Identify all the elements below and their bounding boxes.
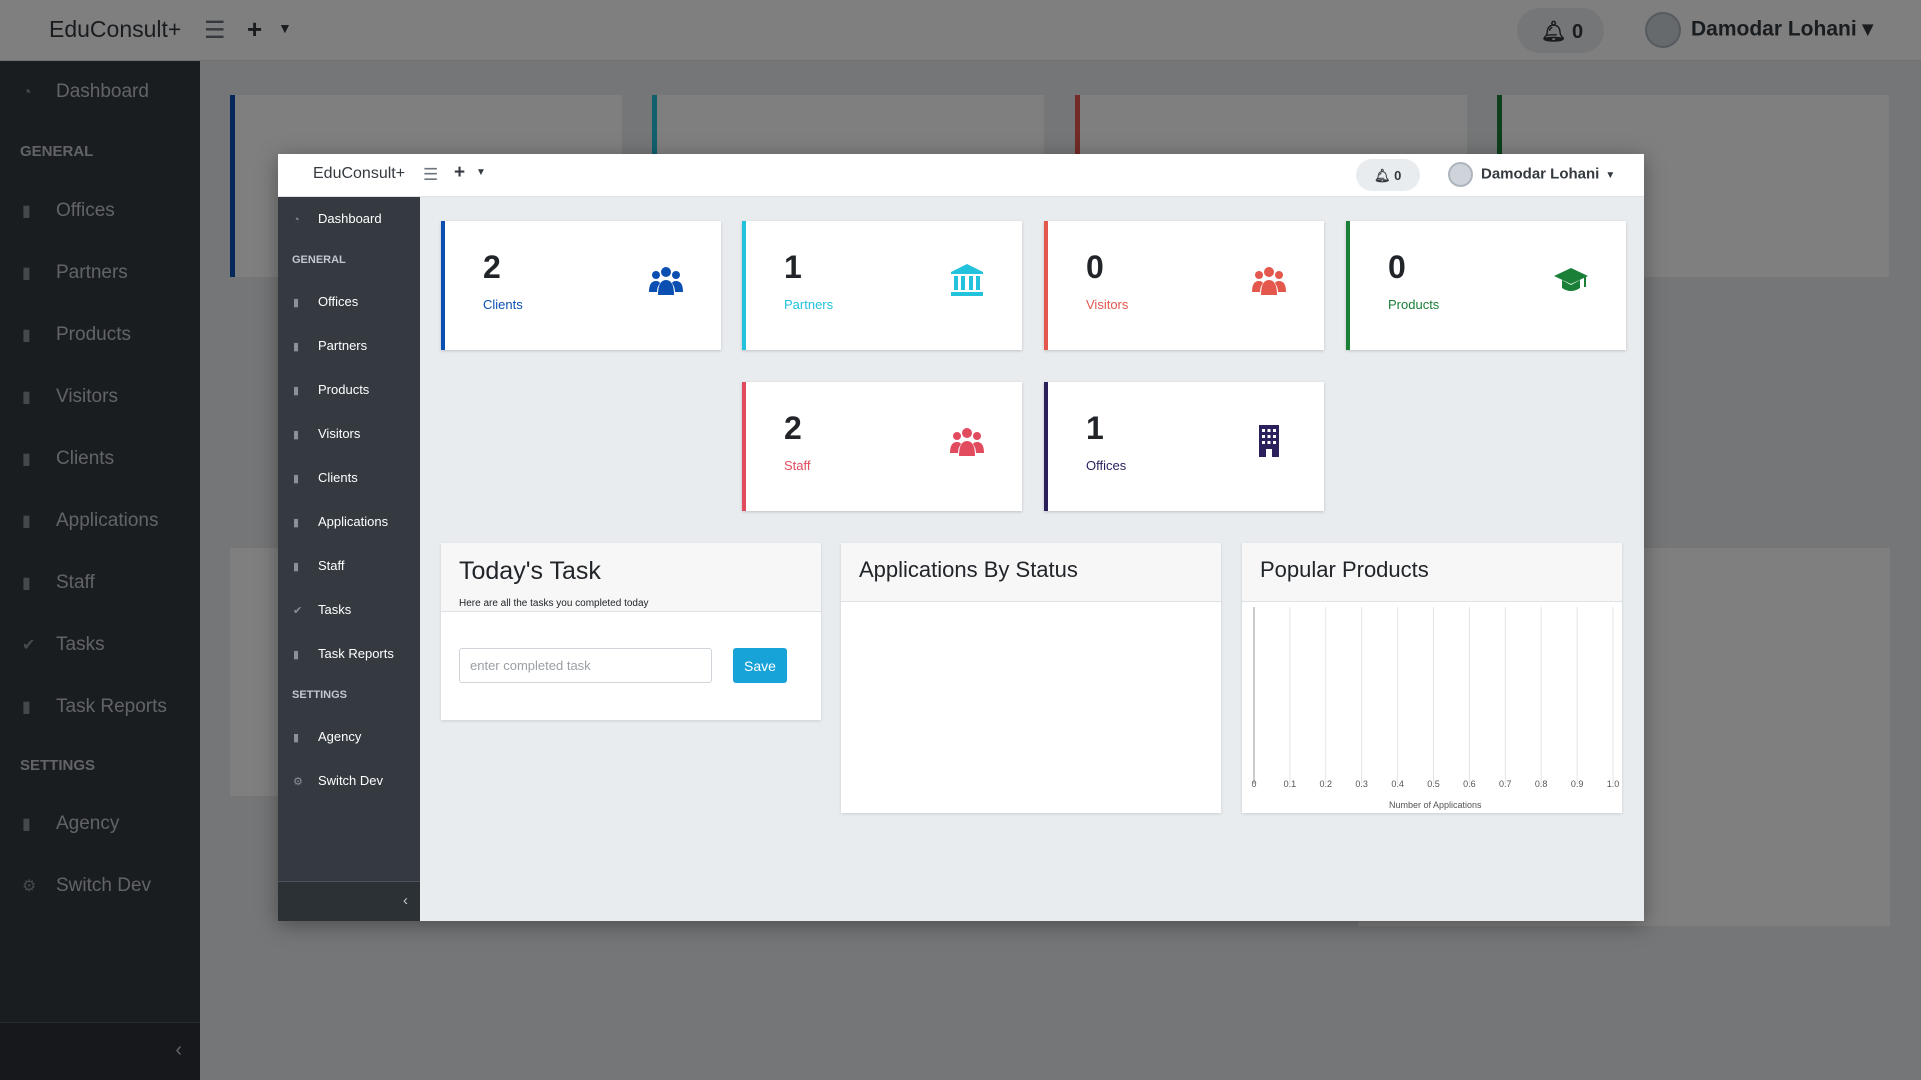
user-menu[interactable]: Damodar Lohani ▼ <box>1448 162 1615 187</box>
sidebar: ◔ Dashboard GENERAL ▮ Offices ▮ Partners ▮ P… <box>278 197 420 921</box>
building-icon: ▮ <box>293 732 300 744</box>
sidebar-item-agency[interactable]: ▮ Agency <box>293 729 361 744</box>
x-tick-label: 0.5 <box>1427 779 1440 789</box>
popular-products-panel: Popular Products 0 0.1 0.2 0.3 0.4 0.5 0.6 0.7 0… <box>1242 543 1622 813</box>
panel-subtitle: Here are all the tasks you completed tod… <box>459 598 649 609</box>
users-icon <box>950 428 984 456</box>
todays-task-panel: Today's Task Here are all the tasks you … <box>441 543 821 720</box>
graduation-cap-icon <box>1554 268 1588 291</box>
users-icon: ▮ <box>293 473 300 485</box>
bank-icon: ▮ <box>293 341 300 353</box>
panel-title: Applications By Status <box>859 557 1078 582</box>
notifications-button[interactable]: 🔔︎ 0 <box>1356 159 1420 191</box>
x-tick-label: 0.2 <box>1319 779 1333 789</box>
stat-label: Clients <box>483 297 523 312</box>
stat-value: 0 <box>1086 249 1104 285</box>
sidebar-heading-settings: SETTINGS <box>292 689 348 701</box>
brand-logo[interactable]: EduConsult+ <box>313 165 405 183</box>
x-tick-label: 0.7 <box>1499 779 1512 789</box>
chevron-down-icon[interactable]: ▼ <box>476 167 486 178</box>
top-navbar: EduConsult+ ☰ + ▼ 🔔︎ 0 Damodar Lohani ▼ <box>278 154 1644 197</box>
sidebar-footer: ‹ <box>278 881 420 921</box>
stat-label: Products <box>1388 297 1440 312</box>
users-icon: ▮ <box>293 429 300 441</box>
sidebar-item-offices[interactable]: ▮ Offices <box>293 294 358 309</box>
x-tick-label: 0.3 <box>1355 779 1368 789</box>
stat-value: 2 <box>483 249 501 285</box>
save-button[interactable]: Save <box>733 648 787 683</box>
sidebar-item-applications[interactable]: ▮ Applications <box>293 514 388 529</box>
x-tick-label: 0.9 <box>1570 779 1584 789</box>
sidebar-item-tasks[interactable]: ✔ Tasks <box>293 602 351 617</box>
x-tick-label: 0.6 <box>1463 779 1476 789</box>
avatar <box>1448 162 1473 187</box>
stat-card-partners[interactable]: 1 Partners <box>742 221 1022 350</box>
sidebar-heading-general: GENERAL <box>292 254 346 266</box>
stat-label: Staff <box>784 458 811 473</box>
report-icon: ▮ <box>293 649 300 661</box>
x-tick-label: 1.0 <box>1606 779 1620 789</box>
screenshot-modal: EduConsult+ ☰ + ▼ 🔔︎ 0 Damodar Lohani ▼ ◔… <box>278 154 1644 921</box>
gear-icon: ⚙ <box>293 776 303 788</box>
add-new-icon[interactable]: + <box>454 162 465 184</box>
stat-card-offices[interactable]: 1 Offices <box>1044 382 1324 511</box>
notification-count: 0 <box>1394 168 1402 183</box>
x-axis-title: Number of Applications <box>1389 800 1482 810</box>
stat-value: 1 <box>1086 410 1104 446</box>
stat-card-products[interactable]: 0 Products <box>1346 221 1626 350</box>
users-icon <box>1252 267 1286 295</box>
x-tick-label: 0.4 <box>1391 779 1404 789</box>
bank-icon <box>951 264 983 296</box>
stat-value: 2 <box>784 410 802 446</box>
stat-card-visitors[interactable]: 0 Visitors <box>1044 221 1324 350</box>
stat-label: Partners <box>784 297 834 312</box>
status-chart-area <box>841 603 1221 813</box>
stat-label: Visitors <box>1086 297 1129 312</box>
sidebar-item-staff[interactable]: ▮ Staff <box>293 558 345 573</box>
sidebar-item-clients[interactable]: ▮ Clients <box>293 470 358 485</box>
caret-down-icon: ▼ <box>1605 170 1616 182</box>
menu-toggle-icon[interactable]: ☰ <box>423 165 438 185</box>
sidebar-item-products[interactable]: ▮ Products <box>293 382 369 397</box>
sidebar-item-visitors[interactable]: ▮ Visitors <box>293 426 360 441</box>
completed-task-input[interactable] <box>459 648 712 683</box>
building-icon <box>1259 425 1279 457</box>
bell-icon: 🔔︎ <box>1374 168 1391 183</box>
sidebar-item-partners[interactable]: ▮ Partners <box>293 338 367 353</box>
sidebar-item-dashboard[interactable]: ◔ Dashboard <box>293 211 382 226</box>
x-tick-label: 0 <box>1251 779 1257 789</box>
building-icon: ▮ <box>293 297 300 309</box>
sidebar-item-task-reports[interactable]: ▮ Task Reports <box>293 646 394 661</box>
user-icon: ▮ <box>293 561 300 573</box>
stat-label: Offices <box>1086 458 1127 473</box>
check-icon: ✔ <box>293 605 303 617</box>
graduation-cap-icon: ▮ <box>293 385 300 397</box>
panel-title: Popular Products <box>1260 557 1429 582</box>
stat-card-staff[interactable]: 2 Staff <box>742 382 1022 511</box>
users-icon <box>649 267 683 295</box>
panel-title: Today's Task <box>459 557 601 585</box>
stat-value: 1 <box>784 249 802 285</box>
x-tick-label: 0.8 <box>1534 779 1548 789</box>
collapse-sidebar-icon[interactable]: ‹ <box>403 892 408 909</box>
dashboard-icon: ◔ <box>293 214 300 226</box>
x-tick-label: 0.1 <box>1283 779 1297 789</box>
stat-card-clients[interactable]: 2 Clients <box>441 221 721 350</box>
sidebar-item-switch-dev[interactable]: ⚙ Switch Dev <box>293 773 383 788</box>
file-icon: ▮ <box>293 517 300 529</box>
applications-by-status-panel: Applications By Status <box>841 543 1221 813</box>
user-name: Damodar Lohani <box>1481 165 1600 183</box>
stat-value: 0 <box>1388 249 1406 285</box>
